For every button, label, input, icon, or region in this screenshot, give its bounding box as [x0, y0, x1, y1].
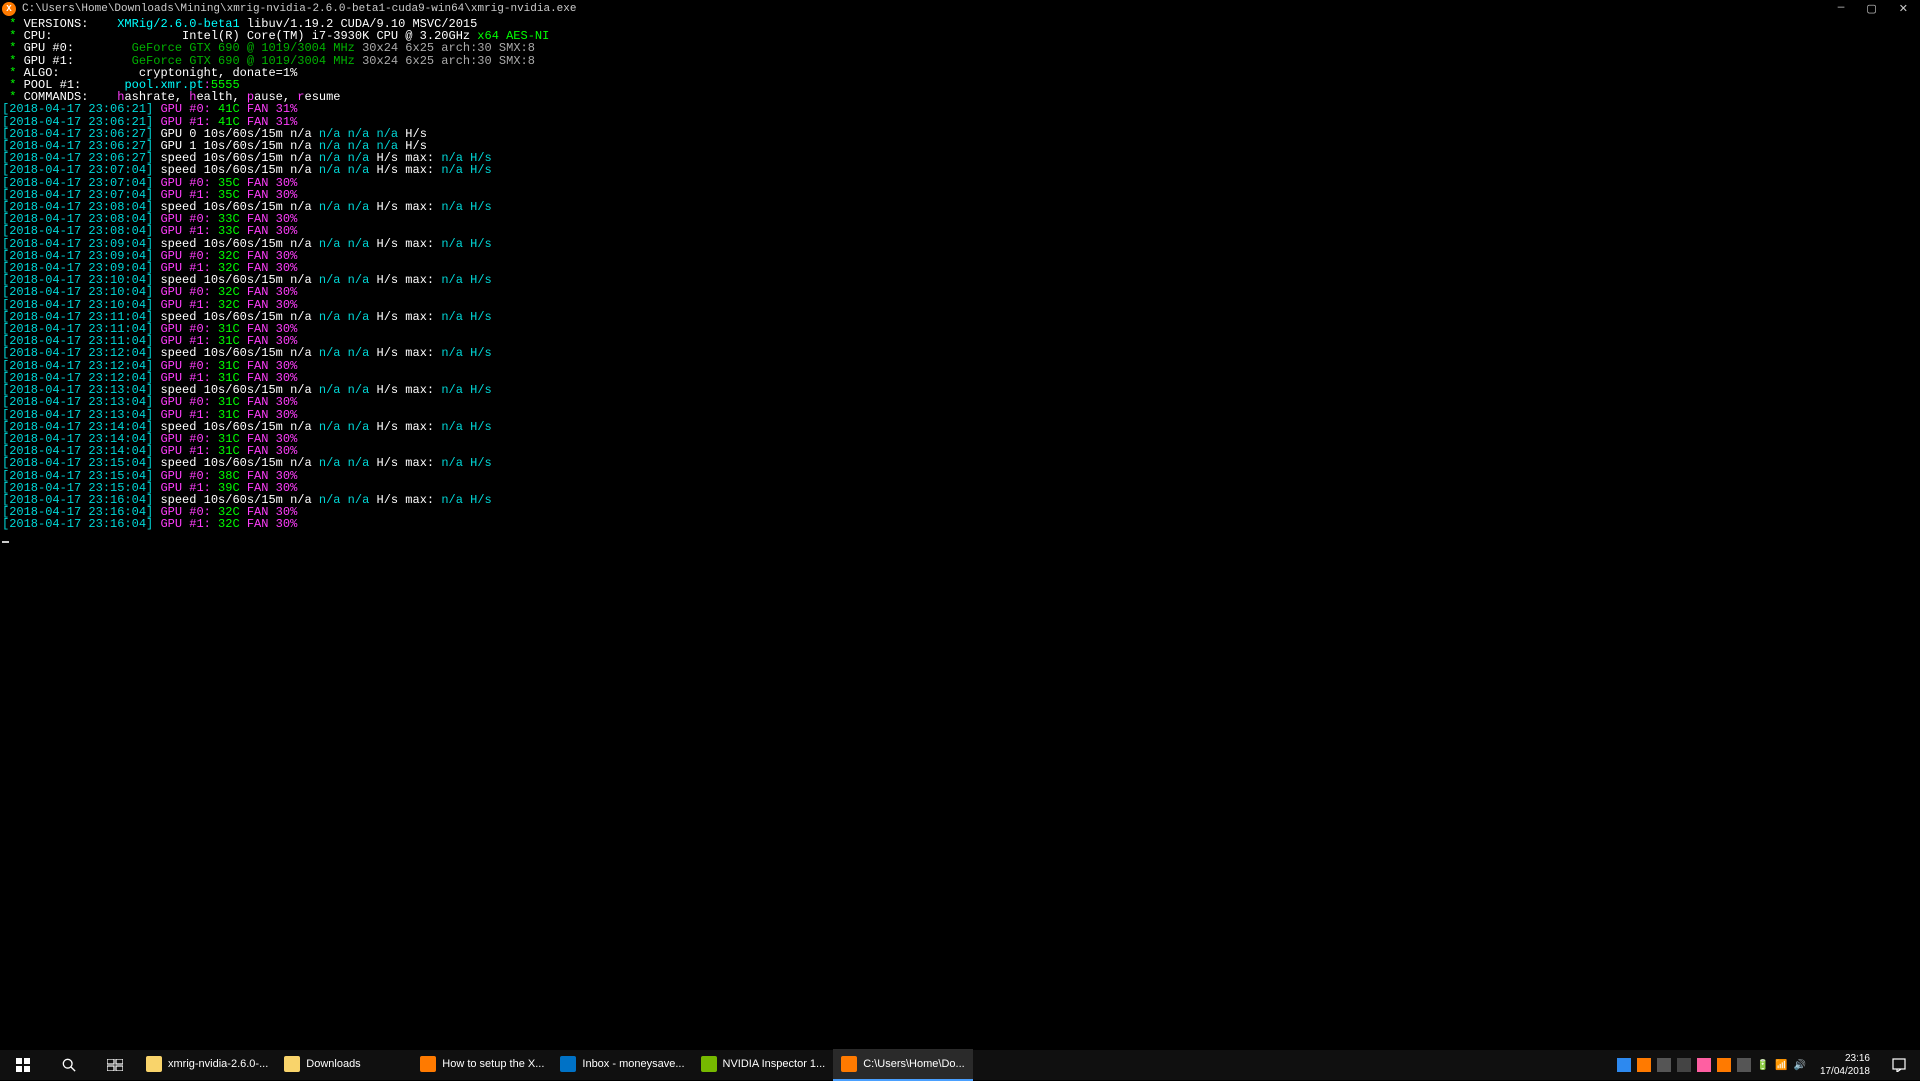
action-center-button[interactable]	[1878, 1050, 1920, 1080]
tray-icon[interactable]	[1657, 1058, 1671, 1072]
start-button[interactable]	[0, 1050, 46, 1080]
tray-icon[interactable]	[1737, 1058, 1751, 1072]
window-titlebar: X C:\Users\Home\Downloads\Mining\xmrig-n…	[0, 0, 1920, 18]
folder-icon	[284, 1056, 300, 1072]
outlook-icon	[560, 1056, 576, 1072]
taskbar-app[interactable]: xmrig-nvidia-2.6.0-...	[138, 1049, 276, 1081]
console-output: * VERSIONS: XMRig/2.6.0-beta1 libuv/1.19…	[0, 18, 1920, 543]
task-view-button[interactable]	[92, 1050, 138, 1080]
taskbar-app[interactable]: NVIDIA Inspector 1...	[693, 1049, 834, 1081]
app-icon: X	[2, 2, 16, 16]
nvidia-icon	[701, 1056, 717, 1072]
tray-icon[interactable]	[1677, 1058, 1691, 1072]
taskbar-app-label: xmrig-nvidia-2.6.0-...	[168, 1058, 268, 1070]
battery-icon[interactable]: 🔋	[1757, 1060, 1769, 1071]
taskbar-app[interactable]: How to setup the X...	[412, 1049, 552, 1081]
maximize-button[interactable]: ▢	[1866, 2, 1876, 16]
close-button[interactable]: ✕	[1899, 2, 1908, 16]
firefox-icon	[420, 1056, 436, 1072]
taskbar-app-label: NVIDIA Inspector 1...	[723, 1058, 826, 1070]
minimize-button[interactable]: —	[1838, 2, 1845, 16]
clock-time: 23:16	[1820, 1052, 1870, 1065]
xmrig-icon	[841, 1056, 857, 1072]
wifi-icon[interactable]: 📶	[1775, 1060, 1787, 1071]
taskbar-app-label: Downloads	[306, 1058, 360, 1070]
taskbar-app[interactable]: C:\Users\Home\Do...	[833, 1049, 972, 1081]
clock-date: 17/04/2018	[1820, 1065, 1870, 1078]
taskbar-app-label: C:\Users\Home\Do...	[863, 1058, 964, 1070]
tray-icon[interactable]	[1637, 1058, 1651, 1072]
tray-icon[interactable]	[1697, 1058, 1711, 1072]
search-button[interactable]	[46, 1050, 92, 1080]
taskbar-app[interactable]: Inbox - moneysave...	[552, 1049, 692, 1081]
system-tray[interactable]: 🔋 📶 🔊	[1611, 1058, 1812, 1072]
window-title: C:\Users\Home\Downloads\Mining\xmrig-nvi…	[22, 3, 1838, 15]
taskbar-app-label: Inbox - moneysave...	[582, 1058, 684, 1070]
clock[interactable]: 23:16 17/04/2018	[1812, 1052, 1878, 1078]
taskbar: xmrig-nvidia-2.6.0-... Downloads How to se…	[0, 1050, 1920, 1080]
tray-icon[interactable]	[1617, 1058, 1631, 1072]
folder-icon	[146, 1056, 162, 1072]
tray-icon[interactable]	[1717, 1058, 1731, 1072]
taskbar-app-label: How to setup the X...	[442, 1058, 544, 1070]
taskbar-app[interactable]: Downloads	[276, 1049, 412, 1081]
volume-icon[interactable]: 🔊	[1793, 1060, 1805, 1071]
